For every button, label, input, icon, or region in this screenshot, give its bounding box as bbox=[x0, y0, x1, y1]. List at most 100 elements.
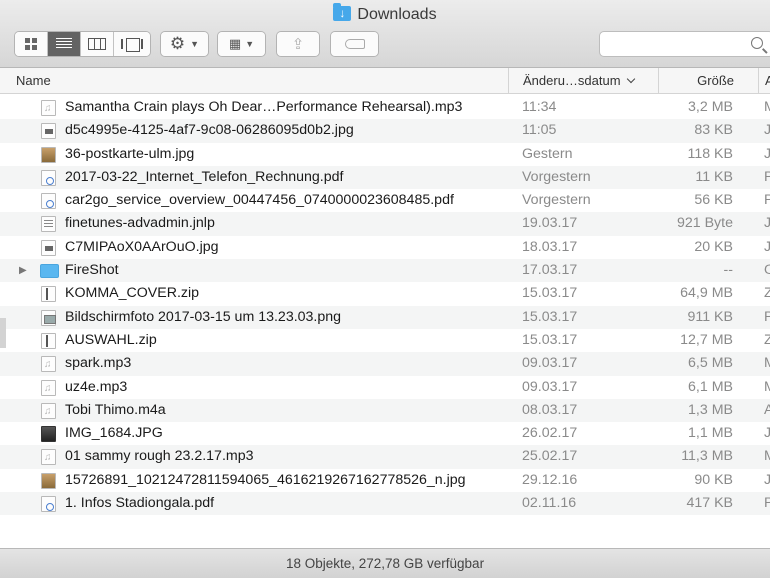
file-size: 921 Byte bbox=[676, 215, 733, 232]
sidebar-resize-handle[interactable] bbox=[0, 318, 6, 348]
file-row[interactable]: ▶ FireShot 17.03.17 -- O bbox=[0, 259, 770, 283]
list-view-icon bbox=[56, 38, 72, 50]
zip-file-icon bbox=[41, 286, 56, 303]
file-name: Bildschirmfoto 2017-03-15 um 13.23.03.pn… bbox=[65, 308, 342, 325]
file-kind: P bbox=[764, 308, 770, 325]
pdf-file-icon bbox=[41, 496, 56, 513]
file-size: 911 KB bbox=[687, 308, 734, 325]
file-size: 118 KB bbox=[687, 145, 734, 162]
cover-flow-button[interactable] bbox=[114, 32, 150, 56]
audio-file-icon bbox=[41, 377, 56, 400]
file-name: 2017-03-22_Internet_Telefon_Rechnung.pdf bbox=[65, 168, 344, 185]
status-bar: 18 Objekte, 272,78 GB verfügbar bbox=[0, 548, 770, 578]
column-name[interactable]: Name bbox=[16, 68, 51, 94]
file-date: 18.03.17 bbox=[522, 238, 578, 255]
file-size: 6,5 MB bbox=[688, 355, 733, 372]
file-kind: Z bbox=[764, 331, 770, 348]
arrange-button[interactable]: ▦ ▼ bbox=[218, 32, 265, 56]
file-list: Samantha Crain plays Oh Dear…Performance… bbox=[0, 96, 770, 516]
file-date: 25.02.17 bbox=[522, 448, 578, 465]
tag-icon bbox=[344, 39, 365, 49]
file-kind: M bbox=[764, 378, 770, 395]
file-kind: J bbox=[764, 425, 770, 442]
file-row[interactable]: car2go_service_overview_00447456_0740000… bbox=[0, 189, 770, 212]
file-date: 17.03.17 bbox=[522, 262, 578, 279]
file-size: 6,1 MB bbox=[688, 378, 733, 395]
file-name: spark.mp3 bbox=[65, 355, 132, 372]
window-title: Downloads bbox=[0, 3, 770, 26]
file-date: 19.03.17 bbox=[522, 215, 578, 232]
file-name: 1. Infos Stadiongala.pdf bbox=[65, 495, 215, 512]
file-row[interactable]: spark.mp3 09.03.17 6,5 MB M bbox=[0, 352, 770, 377]
file-row[interactable]: 01 sammy rough 23.2.17.mp3 25.02.17 11,3 M… bbox=[0, 445, 770, 470]
file-date: Gestern bbox=[522, 145, 573, 162]
file-name: finetunes-advadmin.jnlp bbox=[65, 215, 215, 232]
file-size: 3,2 MB bbox=[688, 99, 733, 115]
file-date: Vorgestern bbox=[522, 192, 591, 209]
gear-icon: ⚙ bbox=[169, 34, 186, 53]
file-row[interactable]: IMG_1684.JPG 26.02.17 1,1 MB J bbox=[0, 422, 770, 445]
disclosure-triangle-icon[interactable]: ▶ bbox=[19, 259, 29, 282]
pdf-file-icon bbox=[41, 193, 56, 210]
file-date: 02.11.16 bbox=[522, 495, 577, 512]
file-date: 08.03.17 bbox=[522, 401, 578, 418]
file-row[interactable]: 36-postkarte-ulm.jpg Gestern 118 KB J bbox=[0, 143, 770, 166]
file-size: 20 KB bbox=[694, 238, 733, 255]
action-button[interactable]: ⚙ ▼ bbox=[161, 32, 208, 56]
tags-group bbox=[330, 31, 379, 57]
list-view-button[interactable] bbox=[48, 32, 81, 56]
file-name: AUSWAHL.zip bbox=[65, 331, 157, 348]
file-size: 11,3 MB bbox=[681, 448, 733, 465]
audio-file-icon bbox=[41, 400, 56, 423]
file-kind: O bbox=[764, 262, 770, 279]
file-date: 09.03.17 bbox=[522, 378, 578, 395]
column-date-modified[interactable]: Änderu…sdatum bbox=[508, 68, 658, 94]
chevron-down-icon: ▼ bbox=[245, 39, 255, 49]
file-row[interactable]: 1. Infos Stadiongala.pdf 02.11.16 417 KB P bbox=[0, 492, 770, 516]
photo-file-icon bbox=[41, 472, 56, 489]
arrange-menu[interactable]: ▦ ▼ bbox=[217, 31, 266, 57]
file-name: Tobi Thimo.m4a bbox=[65, 401, 166, 418]
search-field[interactable] bbox=[599, 31, 770, 57]
file-row[interactable]: Bildschirmfoto 2017-03-15 um 13.23.03.pn… bbox=[0, 305, 770, 329]
file-name: C7MIPAoX0AArOuO.jpg bbox=[65, 238, 219, 255]
action-menu[interactable]: ⚙ ▼ bbox=[160, 31, 209, 57]
file-kind: J bbox=[764, 145, 770, 162]
file-row[interactable]: Samantha Crain plays Oh Dear…Performance… bbox=[0, 96, 770, 120]
window-title-text: Downloads bbox=[357, 6, 437, 23]
file-date: 29.12.16 bbox=[522, 471, 578, 488]
columns-view-icon bbox=[88, 38, 106, 50]
file-row[interactable]: d5c4995e-4125-4af7-9c08-06286095d0b2.jpg… bbox=[0, 119, 770, 143]
file-size: 11 KB bbox=[695, 168, 733, 185]
file-row[interactable]: uz4e.mp3 09.03.17 6,1 MB M bbox=[0, 376, 770, 400]
file-row[interactable]: AUSWAHL.zip 15.03.17 12,7 MB Z bbox=[0, 329, 770, 352]
file-row[interactable]: Tobi Thimo.m4a 08.03.17 1,3 MB A bbox=[0, 398, 770, 423]
file-date: 11:05 bbox=[522, 122, 557, 139]
zip-file-icon bbox=[41, 332, 56, 349]
file-size: 90 KB bbox=[694, 471, 733, 488]
column-view-button[interactable] bbox=[81, 32, 114, 56]
file-size: 83 KB bbox=[694, 122, 733, 139]
file-kind: J bbox=[764, 215, 770, 232]
file-date: 26.02.17 bbox=[522, 425, 578, 442]
file-row[interactable]: C7MIPAoX0AArOuO.jpg 18.03.17 20 KB J bbox=[0, 236, 770, 259]
downloads-folder-icon bbox=[333, 3, 352, 21]
file-row[interactable]: finetunes-advadmin.jnlp 19.03.17 921 Byte J bbox=[0, 212, 770, 236]
chevron-down-icon: ▼ bbox=[190, 39, 200, 49]
file-size: 1,3 MB bbox=[688, 401, 733, 418]
file-row[interactable]: KOMMA_COVER.zip 15.03.17 64,9 MB Z bbox=[0, 282, 770, 305]
file-row[interactable]: 2017-03-22_Internet_Telefon_Rechnung.pdf… bbox=[0, 165, 770, 190]
share-button[interactable]: ⇪ bbox=[277, 32, 319, 56]
icon-view-button[interactable] bbox=[15, 32, 48, 56]
file-name: car2go_service_overview_00447456_0740000… bbox=[65, 192, 454, 209]
share-icon: ⇪ bbox=[291, 36, 305, 53]
image-file-icon bbox=[41, 123, 56, 140]
file-date: Vorgestern bbox=[522, 168, 591, 185]
column-size[interactable]: Größe bbox=[658, 68, 758, 94]
image-file-icon bbox=[41, 239, 56, 256]
file-date: 11:34 bbox=[522, 99, 557, 115]
file-size: 12,7 MB bbox=[680, 331, 733, 348]
file-row[interactable]: 15726891_10212472811594065_4616219267162… bbox=[0, 469, 770, 492]
column-kind[interactable]: A bbox=[758, 68, 770, 94]
tags-button[interactable] bbox=[331, 32, 378, 56]
